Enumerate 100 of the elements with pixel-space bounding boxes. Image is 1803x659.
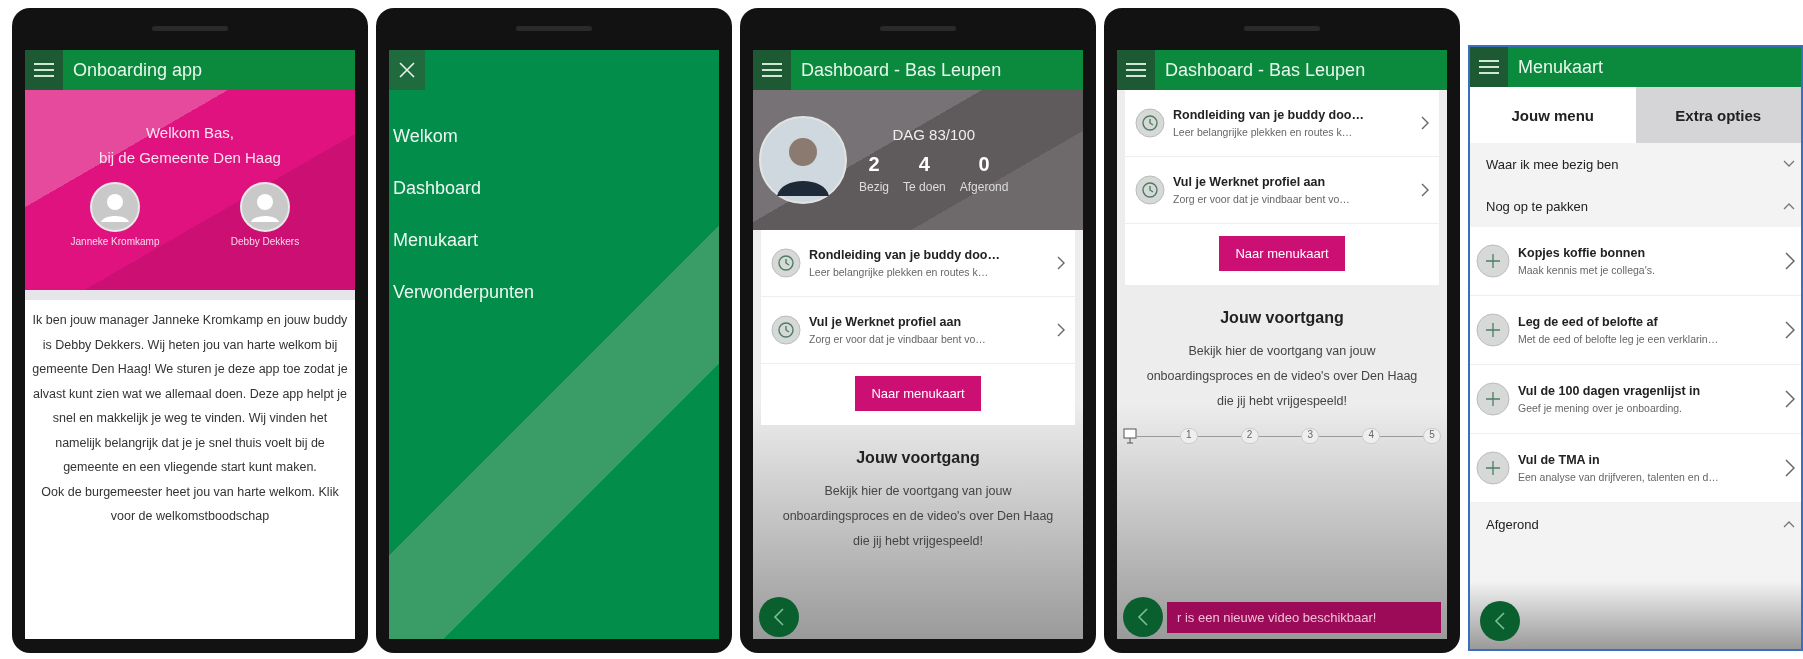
section-header[interactable]: Nog op te pakken — [1470, 185, 1801, 227]
header-title: Onboarding app — [73, 59, 203, 81]
greeting-text: Welkom Bas, — [145, 123, 235, 143]
welcome-text: Ook de burgemeester heet jou van harte welkom. Klik voor de welkomstboodschap — [40, 483, 340, 525]
menu-card-item[interactable]: Kopjes koffie bonnen Maak kennis met je collega's. — [1470, 227, 1801, 296]
chevron-right-icon — [1785, 459, 1795, 477]
monitor-icon — [1123, 428, 1137, 444]
avatar-icon — [90, 182, 140, 232]
avatar-icon — [759, 116, 847, 204]
plus-icon — [1476, 313, 1510, 347]
section-header[interactable]: Waar ik mee bezig ben — [1470, 143, 1801, 185]
menu-card-item[interactable]: Leg de eed of belofte af Met de eed of belofte leg je een verklarin… — [1470, 296, 1801, 365]
menu-button[interactable] — [753, 50, 791, 90]
task-title: Rondleiding van je buddy doo… — [1173, 108, 1365, 122]
task-item[interactable]: Vul je Werknet profiel aan Zorg er voor dat je vindbaar bent vo… — [1125, 157, 1439, 224]
item-subtitle: Een analyse van drijfveren, talenten en d… — [1518, 471, 1720, 483]
clock-icon — [1135, 108, 1165, 138]
menu-icon — [762, 63, 782, 77]
avatar-icon — [240, 182, 290, 232]
nav-item[interactable]: Dashboard — [389, 162, 486, 214]
greeting-text: bij de Gemeente Den Haag — [99, 148, 281, 168]
header-title: Dashboard - Bas Leupen — [1165, 59, 1366, 81]
close-icon — [399, 62, 415, 78]
step-marker: 1 — [1179, 428, 1198, 444]
task-title: Vul je Werknet profiel aan — [1173, 175, 1327, 189]
item-subtitle: Geef je mening over je onboarding. — [1518, 402, 1684, 414]
menu-button[interactable] — [25, 50, 63, 90]
tab[interactable]: Extra opties — [1635, 87, 1801, 143]
stat-label: Te doen — [903, 180, 946, 194]
chevron-right-icon — [1785, 390, 1795, 408]
item-title: Vul de 100 dagen vragenlijst in — [1518, 384, 1702, 398]
close-button[interactable] — [389, 50, 425, 90]
task-subtitle: Zorg er voor dat je vindbaar bent vo… — [809, 333, 987, 345]
menu-button[interactable] — [1470, 47, 1508, 87]
task-item[interactable]: Rondleiding van je buddy doo… Leer belangrijke plekken en routes k… — [1125, 90, 1439, 157]
back-button[interactable] — [759, 597, 799, 637]
stat-label: Afgerond — [959, 180, 1009, 194]
menu-card-item[interactable]: Vul de TMA in Een analyse van drijfveren, talenten en d… — [1470, 434, 1801, 503]
section-title: Jouw voortgang — [856, 449, 980, 467]
plus-icon — [1476, 451, 1510, 485]
task-subtitle: Leer belangrijke plekken en routes k… — [809, 266, 990, 278]
chevron-right-icon — [1057, 256, 1065, 270]
item-title: Leg de eed of belofte af — [1518, 315, 1659, 329]
item-subtitle: Met de eed of belofte leg je een verklarin… — [1518, 333, 1720, 345]
item-subtitle: Maak kennis met je collega's. — [1518, 264, 1656, 276]
task-item[interactable]: Rondleiding van je buddy doo… Leer belangrijke plekken en routes k… — [761, 230, 1075, 297]
step-marker: 3 — [1301, 428, 1320, 444]
step-marker: 2 — [1240, 428, 1259, 444]
tab[interactable]: Jouw menu — [1470, 87, 1636, 143]
item-title: Kopjes koffie bonnen — [1518, 246, 1647, 260]
stat-label: Bezig — [859, 180, 890, 194]
chevron-right-icon — [1057, 323, 1065, 337]
clock-icon — [771, 248, 801, 278]
nav-item[interactable]: Verwonderpunten — [389, 266, 539, 318]
menu-card-button[interactable]: Naar menukaart — [855, 376, 981, 411]
clock-icon — [1135, 175, 1165, 205]
menu-icon — [34, 63, 54, 77]
back-button[interactable] — [1123, 597, 1163, 637]
section-title: Afgerond — [1486, 516, 1539, 532]
task-subtitle: Leer belangrijke plekken en routes k… — [1173, 126, 1354, 138]
menu-icon — [1479, 60, 1499, 74]
chevron-right-icon — [1785, 321, 1795, 339]
section-title: Nog op te pakken — [1486, 198, 1588, 214]
progress-text: Bekijk hier de voortgang van jouw onboardingsproces en de video's over Den Haag die jij hebt vrijgespeeld! — [1145, 343, 1419, 410]
task-item[interactable]: Vul je Werknet profiel aan Zorg er voor dat je vindbaar bent vo… — [761, 297, 1075, 364]
chevron-left-icon — [1492, 611, 1508, 631]
step-marker: 4 — [1362, 428, 1381, 444]
chevron-right-icon — [1421, 183, 1429, 197]
notification-banner[interactable]: r is een nieuwe video beschikbaar! — [1167, 601, 1441, 633]
header-title: Menukaart — [1518, 56, 1604, 78]
stat-value: 0 — [978, 153, 990, 176]
contact-name: Janneke Kromkamp — [70, 236, 160, 247]
section-title: Waar ik mee bezig ben — [1486, 156, 1619, 172]
header-title: Dashboard - Bas Leupen — [801, 59, 1002, 81]
menu-card-item[interactable]: Vul de 100 dagen vragenlijst in Geef je mening over je onboarding. — [1470, 365, 1801, 434]
task-subtitle: Zorg er voor dat je vindbaar bent vo… — [1173, 193, 1351, 205]
section-header[interactable]: Afgerond — [1470, 503, 1801, 545]
menu-card-button[interactable]: Naar menukaart — [1219, 236, 1345, 271]
plus-icon — [1476, 382, 1510, 416]
stat-value: 2 — [868, 153, 880, 176]
section-title: Jouw voortgang — [1220, 309, 1344, 327]
chevron-right-icon — [1421, 116, 1429, 130]
chevron-left-icon — [771, 607, 787, 627]
progress-text: Bekijk hier de voortgang van jouw onboardingsproces en de video's over Den Haag die jij hebt vrijgespeeld! — [781, 483, 1055, 550]
step-marker: 5 — [1423, 428, 1441, 444]
back-button[interactable] — [1480, 601, 1520, 641]
task-title: Rondleiding van je buddy doo… — [809, 248, 1001, 262]
welcome-text: Ik ben jouw manager Janneke Kromkamp en jouw buddy is Debby Dekkers. Wij heten jou van harte welkom bij gemeente Den Haag! We sturen je deze app toe zodat je alvast kunt zien wat we allemaal doen. Deze app helpt je snel en makkelijk je weg te vinden. Wij vinden het namelijk belangrijk dat je je snel thuis voelt bij de gemeente en een vliegende start kunt maken. — [31, 312, 349, 476]
task-title: Vul je Werknet profiel aan — [809, 315, 963, 329]
menu-button[interactable] — [1117, 50, 1155, 90]
plus-icon — [1476, 244, 1510, 278]
contact-name: Debby Dekkers — [230, 236, 300, 247]
clock-icon — [771, 315, 801, 345]
item-title: Vul de TMA in — [1518, 453, 1601, 467]
chevron-left-icon — [1135, 607, 1151, 627]
menu-icon — [1126, 63, 1146, 77]
stat-value: 4 — [918, 153, 930, 176]
nav-item[interactable]: Welkom — [389, 110, 462, 162]
nav-item[interactable]: Menukaart — [389, 214, 483, 266]
chevron-right-icon — [1785, 252, 1795, 270]
